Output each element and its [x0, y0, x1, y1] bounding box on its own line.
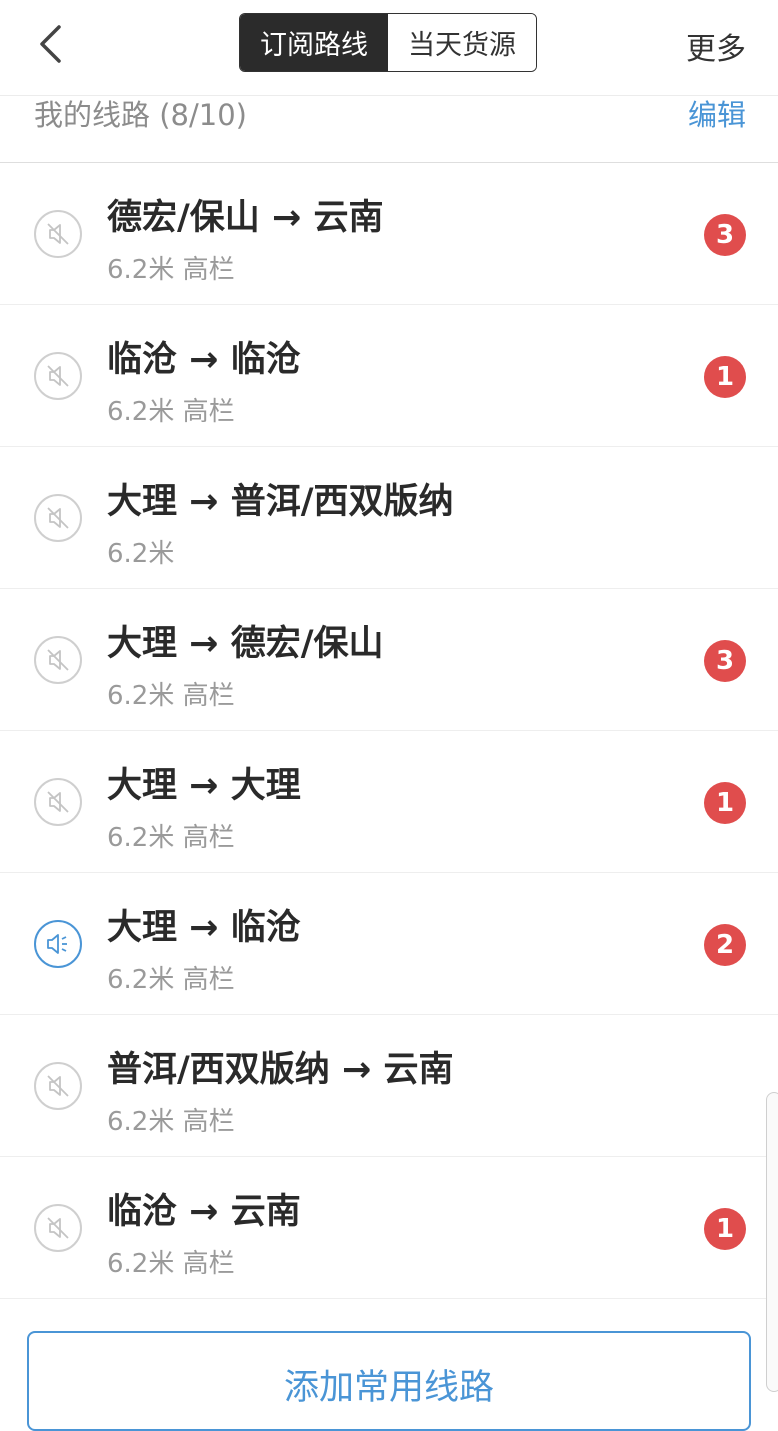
top-bar: 订阅路线 当天货源 更多	[0, 0, 778, 96]
vehicle-spec: 6.2米 高栏	[107, 1249, 235, 1279]
vehicle-spec: 6.2米 高栏	[107, 1107, 235, 1137]
route-name: 临沧 → 云南	[107, 1192, 301, 1232]
route-name: 临沧 → 临沧	[107, 340, 301, 380]
route-name: 大理 → 临沧	[107, 908, 301, 948]
vehicle-spec: 6.2米	[107, 539, 175, 569]
count-badge: 1	[704, 782, 746, 824]
vehicle-spec: 6.2米 高栏	[107, 965, 235, 995]
route-row[interactable]: 德宏/保山 → 云南 6.2米 高栏 3	[0, 163, 778, 305]
speaker-muted-icon[interactable]	[32, 1060, 84, 1112]
route-name: 大理 → 大理	[107, 766, 301, 806]
tab-switcher: 订阅路线 当天货源	[239, 13, 537, 72]
speaker-on-icon[interactable]	[32, 918, 84, 970]
speaker-muted-icon[interactable]	[32, 208, 84, 260]
route-row[interactable]: 临沧 → 云南 6.2米 高栏 1	[0, 1157, 778, 1299]
more-button[interactable]: 更多	[686, 24, 746, 68]
count-badge: 3	[704, 640, 746, 682]
route-row[interactable]: 大理 → 大理 6.2米 高栏 1	[0, 731, 778, 873]
route-row[interactable]: 大理 → 普洱/西双版纳 6.2米	[0, 447, 778, 589]
count-badge: 1	[704, 1208, 746, 1250]
route-name: 大理 → 普洱/西双版纳	[107, 482, 454, 522]
add-route-button[interactable]: 添加常用线路	[27, 1331, 751, 1431]
route-row[interactable]: 大理 → 德宏/保山 6.2米 高栏 3	[0, 589, 778, 731]
vehicle-spec: 6.2米 高栏	[107, 255, 235, 285]
back-button[interactable]	[30, 20, 70, 68]
speaker-muted-icon[interactable]	[32, 634, 84, 686]
route-name: 普洱/西双版纳 → 云南	[107, 1050, 454, 1090]
chevron-left-icon	[40, 25, 61, 63]
route-row[interactable]: 大理 → 临沧 6.2米 高栏 2	[0, 873, 778, 1015]
count-badge: 2	[704, 924, 746, 966]
route-row[interactable]: 普洱/西双版纳 → 云南 6.2米 高栏	[0, 1015, 778, 1157]
speaker-muted-icon[interactable]	[32, 492, 84, 544]
route-row[interactable]: 临沧 → 临沧 6.2米 高栏 1	[0, 305, 778, 447]
tab-subscribed-routes[interactable]: 订阅路线	[240, 14, 388, 71]
section-title: 我的线路 (8/10)	[34, 98, 247, 132]
tab-today-cargo[interactable]: 当天货源	[388, 14, 536, 71]
count-badge: 1	[704, 356, 746, 398]
count-badge: 3	[704, 214, 746, 256]
speaker-muted-icon[interactable]	[32, 776, 84, 828]
route-name: 大理 → 德宏/保山	[107, 624, 384, 664]
vehicle-spec: 6.2米 高栏	[107, 681, 235, 711]
speaker-muted-icon[interactable]	[32, 1202, 84, 1254]
vehicle-spec: 6.2米 高栏	[107, 823, 235, 853]
speaker-muted-icon[interactable]	[32, 350, 84, 402]
vehicle-spec: 6.2米 高栏	[107, 397, 235, 427]
section-header: 我的线路 (8/10) 编辑	[0, 96, 778, 163]
route-list: 德宏/保山 → 云南 6.2米 高栏 3 临沧 → 临沧 6.2米 高栏 1 大理 → 普洱…	[0, 163, 778, 1299]
route-name: 德宏/保山 → 云南	[107, 198, 384, 238]
edit-button[interactable]: 编辑	[688, 92, 746, 134]
scroll-indicator	[766, 1092, 778, 1392]
